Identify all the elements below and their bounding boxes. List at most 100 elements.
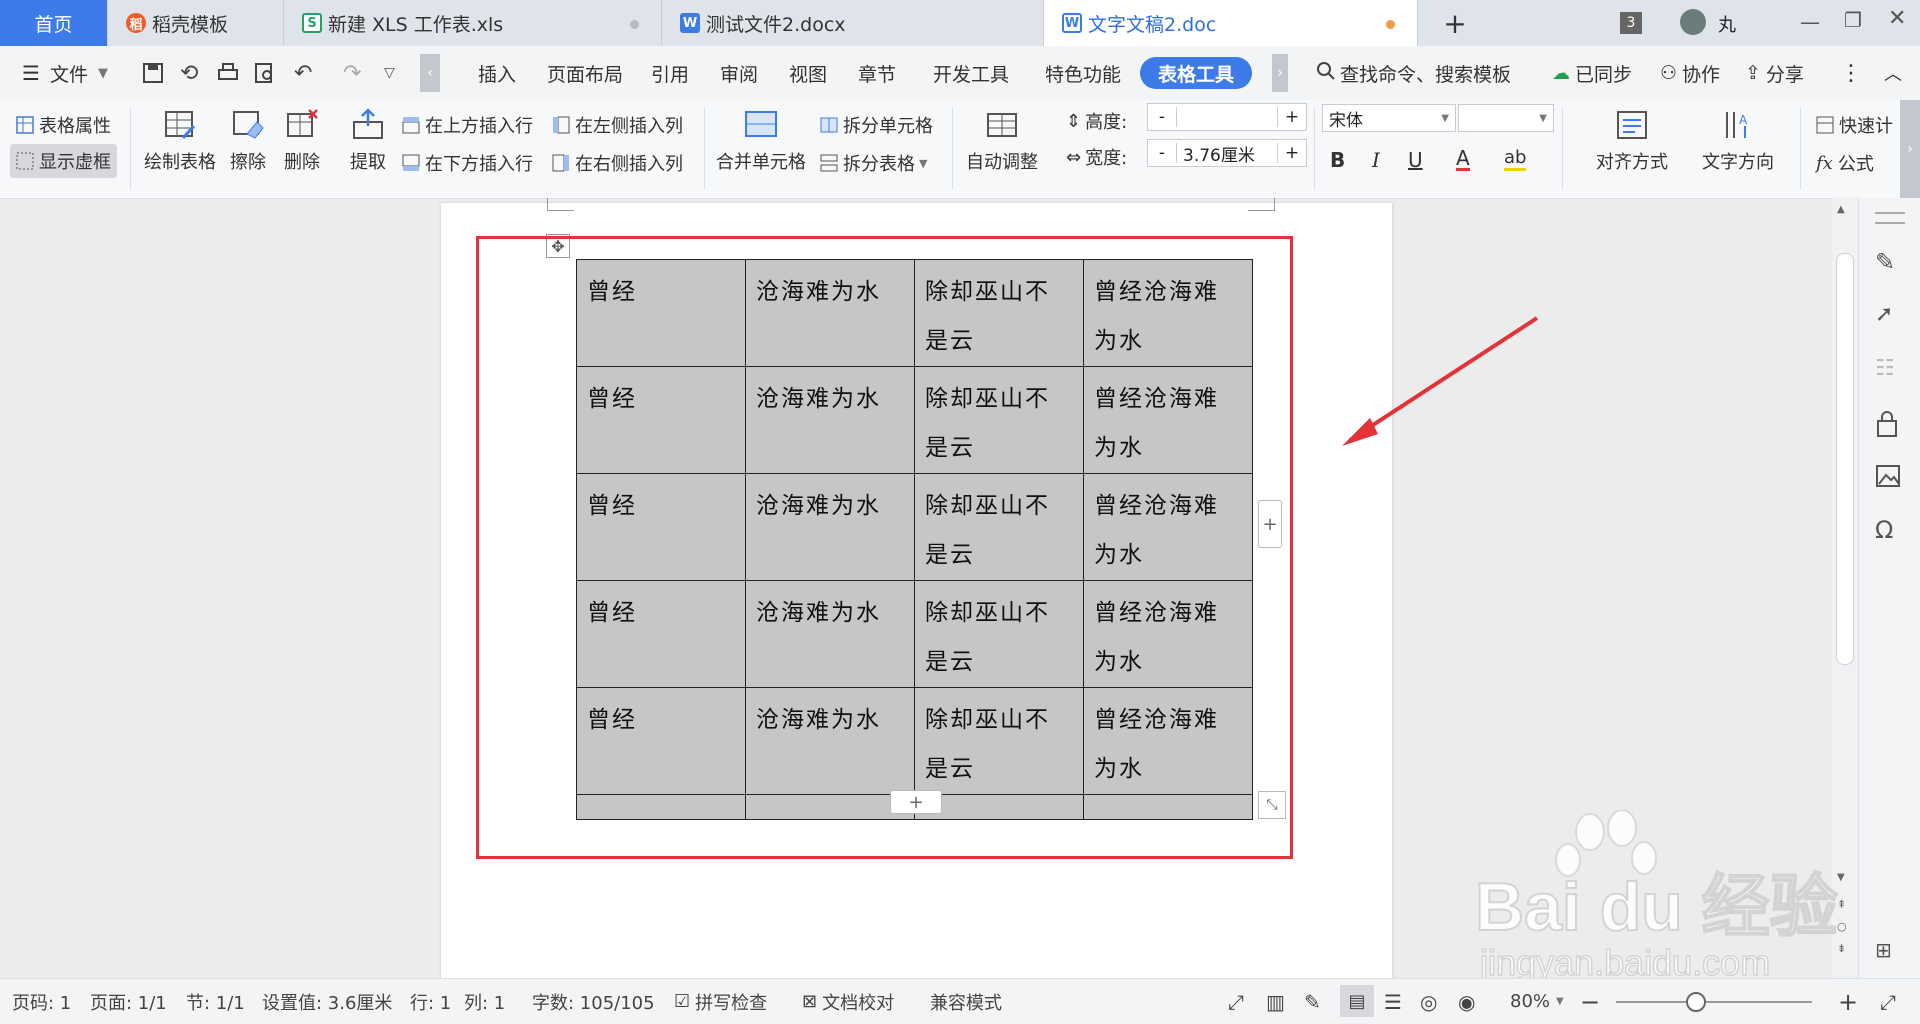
undo-icon[interactable]: ↶ — [294, 46, 312, 100]
pen-icon[interactable]: ✎ — [1875, 248, 1905, 278]
split-cells-button[interactable]: 拆分单元格 — [820, 112, 933, 138]
reading-mode-icon[interactable]: ▥ — [1266, 979, 1285, 1024]
settings-sliders-icon[interactable]: ☷ — [1875, 356, 1905, 386]
menu-page-layout[interactable]: 页面布局 — [547, 46, 623, 100]
share-button[interactable]: ⇪ 分享 — [1745, 46, 1804, 100]
sync-label: 已同步 — [1575, 63, 1633, 86]
print-icon[interactable] — [217, 46, 239, 100]
show-gridlines-toggle[interactable]: 显示虚框 — [10, 144, 117, 178]
status-section[interactable]: 节: 1/1 — [186, 979, 245, 1024]
row-height-field[interactable]: - + — [1147, 103, 1307, 131]
print-preview-icon[interactable] — [254, 46, 276, 100]
width-decrease-button[interactable]: - — [1148, 143, 1177, 163]
status-setting-value[interactable]: 设置值: 3.6厘米 — [262, 979, 392, 1024]
symbol-omega-icon[interactable]: Ω — [1875, 516, 1905, 546]
draw-table-button[interactable]: 绘制表格 — [144, 108, 216, 174]
format-painter-icon[interactable]: ⟲ — [180, 46, 198, 100]
tab-home[interactable]: 首页 — [0, 0, 108, 46]
italic-button[interactable]: I — [1372, 148, 1380, 172]
zoom-out-button[interactable]: − — [1580, 979, 1600, 1024]
menu-references[interactable]: 引用 — [651, 46, 689, 100]
image-icon[interactable] — [1875, 464, 1905, 494]
erase-button[interactable]: 擦除 — [230, 108, 266, 174]
eye-protection-icon[interactable]: ◉ — [1458, 979, 1475, 1024]
split-table-button[interactable]: 拆分表格 ▼ — [820, 150, 927, 176]
redo-icon[interactable]: ↷ — [343, 46, 361, 100]
outline-view-icon[interactable]: ☰ — [1384, 979, 1402, 1024]
font-size-select[interactable]: ▼ — [1458, 104, 1554, 132]
height-decrease-button[interactable]: - — [1148, 107, 1177, 127]
menu-insert[interactable]: 插入 — [478, 46, 516, 100]
align-button[interactable]: 对齐方式 — [1596, 108, 1668, 174]
menu-view[interactable]: 视图 — [789, 46, 827, 100]
save-icon[interactable] — [142, 46, 164, 100]
edit-mode-icon[interactable]: ✎ — [1304, 979, 1321, 1024]
font-name-select[interactable]: 宋体 ▼ — [1322, 104, 1456, 132]
table-properties-button[interactable]: 表格属性 — [16, 112, 111, 138]
menu-special-features[interactable]: 特色功能 — [1045, 46, 1121, 100]
web-view-icon[interactable]: ◎ — [1420, 979, 1437, 1024]
menu-chapter[interactable]: 章节 — [858, 46, 896, 100]
avatar[interactable] — [1680, 9, 1706, 35]
restore-button[interactable]: ❐ — [1844, 8, 1862, 32]
more-icon[interactable]: ⋮ — [1840, 46, 1862, 100]
status-word-count[interactable]: 字数: 105/105 — [532, 979, 655, 1024]
delete-button[interactable]: 删除 — [284, 108, 320, 174]
insert-col-right-button[interactable]: 在右侧插入列 — [552, 150, 683, 176]
ribbon-scroll-right[interactable]: › — [1900, 100, 1920, 198]
zoom-in-button[interactable]: + — [1838, 979, 1858, 1024]
customize-toolbar-icon[interactable]: ▽ — [384, 46, 395, 100]
zoom-select[interactable]: 80% ▼ — [1510, 979, 1564, 1024]
bold-button[interactable]: B — [1330, 148, 1345, 172]
col-width-field[interactable]: - 3.76厘米 + — [1147, 139, 1307, 167]
status-page-number[interactable]: 页码: 1 — [12, 979, 71, 1024]
auto-adjust-button[interactable]: 自动调整 — [966, 108, 1038, 174]
tab-docx-file[interactable]: W 测试文件2.docx — [662, 0, 1044, 46]
scroll-up-arrow[interactable]: ▲ — [1837, 204, 1845, 215]
menu-developer[interactable]: 开发工具 — [933, 46, 1009, 100]
menu-table-tools[interactable]: 表格工具 — [1140, 57, 1253, 89]
lock-icon[interactable] — [1875, 410, 1905, 440]
page-view-icon[interactable]: ▤ — [1340, 985, 1374, 1017]
scroll-right-button[interactable]: › — [1272, 54, 1288, 92]
fullscreen-icon[interactable]: ⤢ — [1228, 979, 1244, 1024]
command-search[interactable]: 查找命令、搜索模板 — [1316, 46, 1511, 100]
proofread-button[interactable]: ⊠ 文档校对 — [802, 979, 894, 1024]
insert-row-below-button[interactable]: 在下方插入行 — [402, 150, 533, 176]
new-tab-button[interactable]: + — [1420, 0, 1490, 46]
insert-row-above-button[interactable]: 在上方插入行 — [402, 112, 533, 138]
cursor-icon[interactable]: ➚ — [1875, 302, 1905, 332]
width-value[interactable]: 3.76厘米 — [1177, 141, 1277, 166]
expand-icon[interactable]: ⤢ — [1880, 979, 1896, 1024]
collaborate-button[interactable]: ⚇ 协作 — [1660, 46, 1720, 100]
insert-col-left-button[interactable]: 在左侧插入列 — [552, 112, 683, 138]
scrollbar-thumb[interactable] — [1836, 253, 1854, 665]
tab-xls-file[interactable]: S 新建 XLS 工作表.xls — [284, 0, 662, 46]
scroll-left-button[interactable]: ‹ — [420, 54, 440, 92]
sync-status[interactable]: ☁ 已同步 — [1552, 46, 1632, 100]
spell-check-button[interactable]: ☑ 拼写检查 — [674, 979, 767, 1024]
zoom-slider[interactable] — [1616, 1001, 1812, 1003]
user-icon: ⚇ — [1660, 62, 1678, 84]
collapse-ribbon-icon[interactable]: ︿ — [1884, 46, 1902, 100]
merge-cells-button[interactable]: 合并单元格 — [716, 108, 806, 174]
width-increase-button[interactable]: + — [1277, 143, 1306, 163]
underline-button[interactable]: U — [1408, 148, 1423, 172]
window-count-badge[interactable]: 3 — [1620, 12, 1642, 34]
close-button[interactable]: ✕ — [1888, 6, 1906, 31]
file-menu[interactable]: ☰ 文件 ▼ — [22, 46, 108, 100]
grid-apps-icon[interactable]: ⊞ — [1875, 938, 1905, 968]
formula-button[interactable]: fx 公式 — [1816, 150, 1874, 176]
zoom-slider-thumb[interactable] — [1686, 992, 1706, 1012]
height-increase-button[interactable]: + — [1277, 107, 1306, 127]
tab-docer-templates[interactable]: 稻 稻壳模板 — [108, 0, 284, 46]
quick-calc-button[interactable]: 快速计 — [1816, 112, 1893, 138]
extract-button[interactable]: 提取 — [350, 108, 386, 174]
status-pages[interactable]: 页面: 1/1 — [90, 979, 167, 1024]
tab-doc-active[interactable]: W 文字文稿2.doc — [1044, 0, 1418, 46]
font-color-button[interactable]: A — [1456, 148, 1470, 171]
menu-review[interactable]: 审阅 — [720, 46, 758, 100]
minimize-button[interactable]: — — [1800, 10, 1820, 34]
text-direction-button[interactable]: A 文字方向 — [1702, 108, 1774, 174]
highlight-button[interactable]: ab — [1504, 148, 1527, 171]
